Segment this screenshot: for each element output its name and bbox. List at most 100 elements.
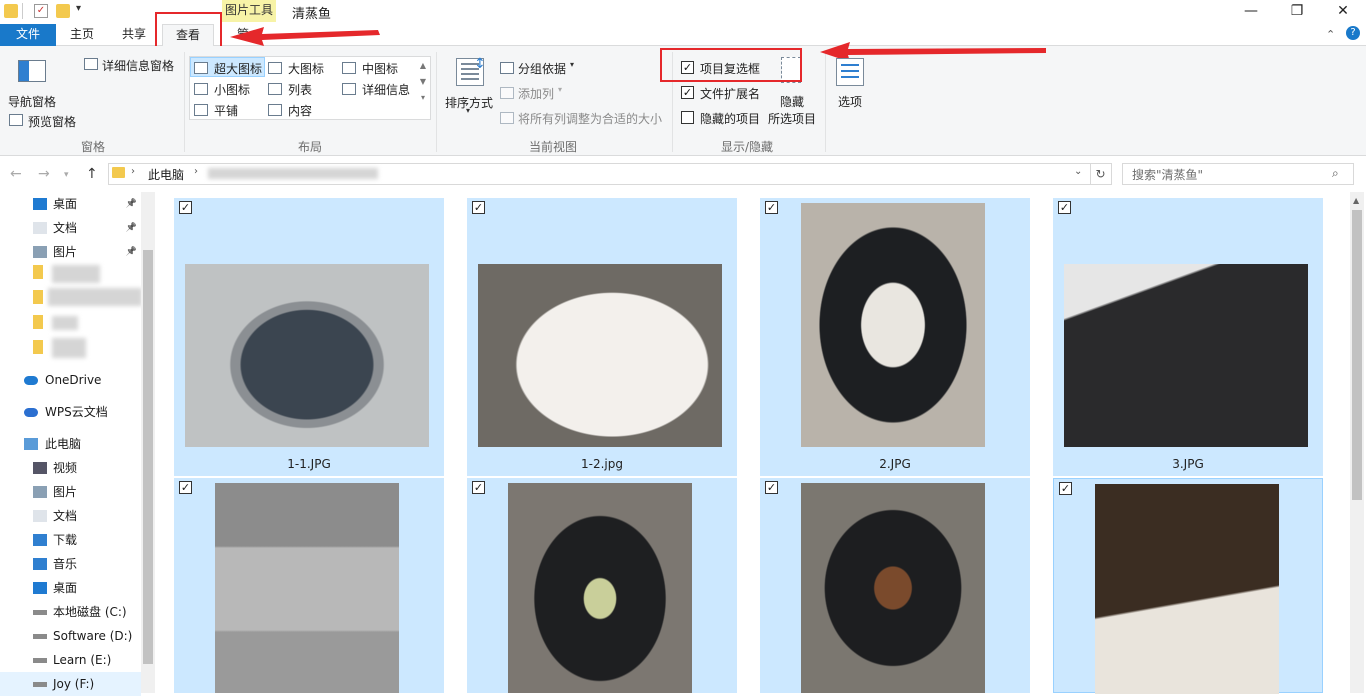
sidebar-item[interactable]: 音乐 bbox=[0, 552, 141, 576]
file-tile[interactable]: ✓ 1-2.jpg bbox=[467, 198, 737, 476]
medium-icons-icon bbox=[342, 60, 356, 74]
address-dropdown-icon[interactable]: ⌄ bbox=[1074, 166, 1082, 177]
file-extensions-checkbox[interactable]: ✓ bbox=[681, 86, 694, 99]
pin-icon[interactable]: 📌 bbox=[126, 192, 137, 216]
file-tile[interactable]: ✓ bbox=[760, 478, 1030, 693]
add-columns-button[interactable]: 添加列 bbox=[518, 85, 554, 102]
layout-small-icons[interactable]: 小图标 bbox=[214, 81, 250, 98]
search-input[interactable]: 搜索"清蒸鱼" bbox=[1132, 166, 1203, 183]
file-checkbox[interactable]: ✓ bbox=[765, 201, 778, 214]
sidebar-item[interactable]: 视频 bbox=[0, 456, 141, 480]
options-button[interactable]: 选项 bbox=[838, 93, 862, 110]
file-checkbox[interactable]: ✓ bbox=[1058, 201, 1071, 214]
pictures-icon bbox=[33, 246, 47, 258]
sidebar-item[interactable]: 图片 📌 bbox=[0, 240, 141, 264]
file-tile[interactable]: ✓ 3.JPG bbox=[1053, 198, 1323, 476]
tab-home[interactable]: 主页 bbox=[60, 24, 104, 46]
quick-access-dropdown-icon[interactable]: ▾ bbox=[76, 3, 81, 14]
sidebar-item[interactable]: 桌面 bbox=[0, 576, 141, 600]
file-tile[interactable]: ✓ 2.JPG bbox=[760, 198, 1030, 476]
file-checkbox[interactable]: ✓ bbox=[765, 481, 778, 494]
search-icon[interactable]: ⌕ bbox=[1332, 166, 1339, 181]
sidebar-item-label: Software (D:) bbox=[53, 629, 133, 643]
back-icon[interactable]: ← bbox=[10, 166, 22, 182]
maximize-button[interactable]: ❐ bbox=[1274, 0, 1320, 24]
file-checkbox[interactable]: ✓ bbox=[179, 201, 192, 214]
scroll-up-icon[interactable]: ▲ bbox=[1353, 196, 1359, 205]
hide-selected-label-1[interactable]: 隐藏 bbox=[780, 93, 804, 110]
sidebar-item[interactable]: 本地磁盘 (C:) bbox=[0, 600, 141, 624]
sidebar-item[interactable]: 文档 📌 bbox=[0, 216, 141, 240]
layout-large-icons[interactable]: 大图标 bbox=[288, 60, 324, 77]
folder-icon bbox=[33, 340, 43, 354]
hidden-items-label[interactable]: 隐藏的项目 bbox=[700, 110, 760, 127]
content-scrollbar-thumb[interactable] bbox=[1352, 210, 1362, 500]
layout-extra-large-icons[interactable]: 超大图标 bbox=[214, 60, 262, 77]
videos-icon bbox=[33, 462, 47, 474]
group-by-button[interactable]: 分组依据 bbox=[518, 60, 566, 77]
hidden-items-checkbox[interactable] bbox=[681, 111, 694, 124]
minimize-button[interactable]: — bbox=[1228, 0, 1274, 24]
drive-icon bbox=[33, 634, 47, 639]
hide-selected-label-2[interactable]: 所选项目 bbox=[768, 110, 816, 127]
sidebar-item[interactable]: Joy (F:) bbox=[0, 672, 141, 696]
breadcrumb-this-pc[interactable]: 此电脑 bbox=[148, 166, 184, 183]
size-all-columns-button[interactable]: 将所有列调整为合适的大小 bbox=[518, 110, 662, 127]
layout-scroll-arrows-icon[interactable]: ▲ ▼ ▾ bbox=[418, 58, 428, 106]
pin-icon[interactable]: 📌 bbox=[126, 216, 137, 240]
sidebar-scrollbar-thumb[interactable] bbox=[143, 250, 153, 664]
collapse-ribbon-icon[interactable]: ⌃ bbox=[1326, 28, 1335, 41]
sidebar-item[interactable]: Software (D:) bbox=[0, 624, 141, 648]
thumbnail-image bbox=[215, 483, 399, 693]
tab-file[interactable]: 文件 bbox=[0, 24, 56, 46]
layout-details[interactable]: 详细信息 bbox=[362, 81, 410, 98]
file-extensions-label[interactable]: 文件扩展名 bbox=[700, 85, 760, 102]
layout-list[interactable]: 列表 bbox=[288, 81, 312, 98]
layout-content[interactable]: 内容 bbox=[288, 102, 312, 119]
file-tile[interactable]: ✓ bbox=[174, 478, 444, 693]
up-icon[interactable]: ↑ bbox=[86, 166, 98, 182]
new-folder-icon[interactable] bbox=[56, 4, 70, 18]
preview-pane-button[interactable]: 预览窗格 bbox=[28, 113, 76, 130]
show-hide-group-title: 显示/隐藏 bbox=[720, 140, 774, 154]
sort-arrow-icon: ↕ bbox=[474, 56, 486, 72]
file-tile[interactable]: ✓ bbox=[467, 478, 737, 693]
layout-medium-icons[interactable]: 中图标 bbox=[362, 60, 398, 77]
close-button[interactable]: ✕ bbox=[1320, 0, 1366, 24]
file-checkbox[interactable]: ✓ bbox=[179, 481, 192, 494]
forward-icon[interactable]: → bbox=[38, 166, 50, 182]
file-checkbox[interactable]: ✓ bbox=[1059, 482, 1072, 495]
navigation-pane-button[interactable]: 导航窗格 bbox=[8, 93, 56, 110]
file-checkbox[interactable]: ✓ bbox=[472, 481, 485, 494]
onedrive-icon bbox=[24, 376, 38, 385]
sidebar-item[interactable]: 图片 bbox=[0, 480, 141, 504]
sidebar-item[interactable]: Learn (E:) bbox=[0, 648, 141, 672]
recent-locations-icon[interactable]: ▾ bbox=[64, 170, 69, 180]
sidebar-item[interactable]: 下载 bbox=[0, 528, 141, 552]
file-checkbox[interactable]: ✓ bbox=[472, 201, 485, 214]
sidebar-item-label: 图片 bbox=[53, 485, 78, 499]
desktop-icon bbox=[33, 582, 47, 594]
breadcrumb-separator-icon: › bbox=[194, 166, 198, 177]
pin-icon[interactable]: 📌 bbox=[126, 240, 137, 264]
help-icon[interactable]: ? bbox=[1346, 26, 1360, 40]
sidebar-item[interactable]: 桌面 📌 bbox=[0, 192, 141, 216]
sidebar-item[interactable]: OneDrive bbox=[0, 368, 141, 392]
tab-share[interactable]: 共享 bbox=[112, 24, 156, 46]
refresh-icon[interactable]: ↻ bbox=[1090, 163, 1110, 185]
thumbnail-image bbox=[478, 264, 722, 447]
desktop-icon bbox=[33, 198, 47, 210]
navigation-pane-icon[interactable] bbox=[18, 60, 46, 82]
sidebar-item[interactable]: 此电脑 bbox=[0, 432, 141, 456]
layout-tiles[interactable]: 平铺 bbox=[214, 102, 238, 119]
picture-tools-context-tab: 图片工具 bbox=[222, 0, 276, 22]
panes-group-title: 窗格 bbox=[80, 140, 105, 154]
details-pane-button[interactable]: 详细信息窗格 bbox=[102, 57, 174, 74]
file-tile[interactable]: ✓ 1-1.JPG bbox=[174, 198, 444, 476]
sidebar-item-label: WPS云文档 bbox=[45, 405, 108, 419]
sidebar-item[interactable]: WPS云文档 bbox=[0, 400, 141, 424]
large-icons-icon bbox=[268, 60, 282, 74]
file-tile[interactable]: ✓ bbox=[1053, 478, 1323, 694]
sidebar-item[interactable]: 文档 bbox=[0, 504, 141, 528]
properties-icon[interactable]: ✓ bbox=[34, 4, 48, 18]
